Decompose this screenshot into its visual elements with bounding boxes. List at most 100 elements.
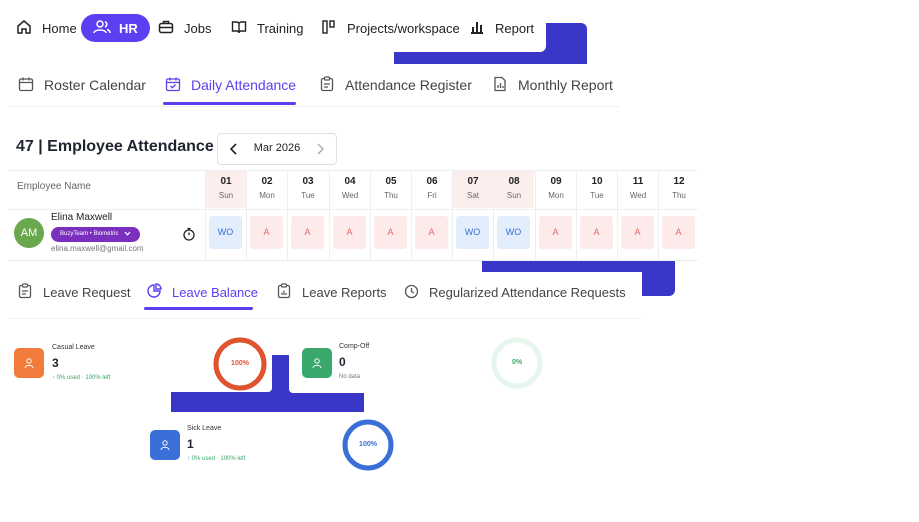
leave-card-title: Comp-Off	[339, 343, 370, 350]
tab-monthly-report-label: Monthly Report	[518, 77, 613, 93]
leave-card-value: 1	[187, 437, 194, 451]
leave-card-title: Sick Leave	[187, 425, 222, 432]
chevron-right-icon[interactable]	[314, 142, 326, 156]
nav-projects-label: Projects/workspace	[347, 20, 460, 36]
calendar-icon	[18, 76, 36, 94]
projects-icon	[321, 19, 339, 37]
leave-card-usage: ↑ 0% used · 100% left	[187, 456, 246, 462]
attendance-status-cell[interactable]: A	[662, 216, 695, 249]
day-header-cell: 09 Mon	[535, 171, 576, 208]
nav-jobs-label: Jobs	[184, 20, 212, 36]
nav-hr[interactable]: HR	[81, 14, 150, 42]
briefcase-icon	[158, 19, 176, 37]
leave-active-tab-indicator	[144, 307, 253, 310]
day-header-cell: 02 Mon	[246, 171, 287, 208]
tab-regularized-attendance-requests[interactable]: Regularized Attendance Requests	[403, 283, 626, 301]
book-icon	[231, 19, 249, 37]
nav-jobs[interactable]: Jobs	[158, 15, 211, 41]
weekday-label: Tue	[301, 191, 315, 200]
nav-projects[interactable]: Projects/workspace	[321, 15, 460, 41]
attendance-status-cell[interactable]: A	[333, 216, 366, 249]
leave-card-usage: No data	[339, 374, 361, 380]
chevron-down-icon	[124, 227, 131, 242]
weekday-label: Mon	[259, 191, 275, 200]
user-icon	[302, 348, 332, 378]
active-tab-indicator	[163, 102, 296, 105]
column-divider	[452, 208, 453, 260]
file-chart-icon	[492, 76, 510, 94]
weekday-label: Sat	[466, 191, 479, 200]
weekday-label: Thu	[672, 191, 686, 200]
day-number: 06	[426, 176, 438, 187]
leave-ring-compoff-label: 0%	[511, 359, 523, 366]
column-divider	[287, 208, 288, 260]
home-icon	[16, 19, 34, 37]
clipboard-icon	[319, 76, 337, 94]
leave-ring-sick-label: 100%	[359, 441, 377, 448]
tab-attendance-register[interactable]: Attendance Register	[319, 76, 472, 94]
day-header-cell: 06 Fri	[411, 171, 452, 208]
column-divider	[576, 208, 577, 260]
day-header-cell: 08 Sun	[493, 171, 534, 208]
weekday-label: Sun	[218, 191, 234, 200]
day-header-cell: 12 Thu	[658, 171, 699, 208]
nav-home-label: Home	[42, 20, 77, 36]
weekday-label: Wed	[629, 191, 647, 200]
attendance-status-cell[interactable]: A	[415, 216, 448, 249]
day-number: 07	[467, 176, 479, 187]
weekday-label: Wed	[341, 191, 359, 200]
day-header-cell: 05 Thu	[370, 171, 411, 208]
leave-card-value: 0	[339, 355, 346, 369]
month-picker: Mar 2026	[217, 133, 337, 165]
nav-home[interactable]: Home	[16, 15, 77, 41]
users-icon	[93, 19, 111, 37]
leave-card-value: 3	[52, 356, 59, 370]
day-header-cell: 03 Tue	[287, 171, 328, 208]
attendance-status-cell[interactable]: A	[250, 216, 283, 249]
tab-monthly-report[interactable]: Monthly Report	[492, 76, 613, 94]
leave-ring-casual-label: 100%	[231, 360, 249, 367]
attendance-status-cell[interactable]: WO	[497, 216, 530, 249]
leave-card-usage-text: 0% used · 100% left	[191, 456, 246, 462]
attendance-status-cell[interactable]: A	[580, 216, 613, 249]
weekday-label: Fri	[427, 191, 437, 200]
tab-leave-balance[interactable]: Leave Balance	[146, 283, 258, 301]
day-header-cell: 04 Wed	[329, 171, 370, 208]
nav-hr-label: HR	[119, 20, 138, 36]
day-number: 03	[302, 176, 314, 187]
day-number: 09	[550, 176, 562, 187]
day-number: 05	[385, 176, 397, 187]
day-header-cell: 10 Tue	[576, 171, 617, 208]
tab-leave-reports-label: Leave Reports	[302, 284, 387, 300]
employee-name-column-header: Employee Name	[17, 181, 91, 192]
user-icon	[150, 430, 180, 460]
attendance-status-cell[interactable]: A	[539, 216, 572, 249]
tab-daily-attendance[interactable]: Daily Attendance	[165, 76, 296, 94]
user-icon	[14, 348, 44, 378]
tab-roster-calendar[interactable]: Roster Calendar	[18, 76, 146, 94]
report-icon	[276, 283, 294, 301]
leave-card-title: Casual Leave	[52, 344, 95, 351]
tab-leave-reports[interactable]: Leave Reports	[276, 283, 387, 301]
column-divider	[205, 208, 206, 260]
nav-report[interactable]: Report	[469, 15, 534, 41]
attendance-status-cell[interactable]: WO	[456, 216, 489, 249]
employee-badge-dropdown[interactable]: BuzyTeam • Biometric	[51, 227, 141, 242]
column-divider	[493, 208, 494, 260]
nav-training[interactable]: Training	[231, 15, 303, 41]
day-number: 01	[220, 176, 232, 187]
attendance-status-cell[interactable]: A	[621, 216, 654, 249]
attendance-status-cell[interactable]: A	[374, 216, 407, 249]
top-nav: Home HR Jobs Training Projects/workspace…	[0, 0, 919, 56]
attendance-status-cell[interactable]: WO	[209, 216, 242, 249]
tab-leave-request[interactable]: Leave Request	[17, 283, 130, 301]
leave-card-usage-text: 0% used · 100% left	[56, 375, 111, 381]
day-number: 11	[632, 176, 644, 187]
attendance-status-cell[interactable]: A	[291, 216, 324, 249]
weekday-label: Thu	[384, 191, 398, 200]
day-number: 08	[508, 176, 520, 187]
day-number: 02	[261, 176, 273, 187]
column-divider	[617, 208, 618, 260]
stopwatch-icon[interactable]	[182, 227, 196, 241]
tab-attendance-register-label: Attendance Register	[345, 77, 472, 93]
